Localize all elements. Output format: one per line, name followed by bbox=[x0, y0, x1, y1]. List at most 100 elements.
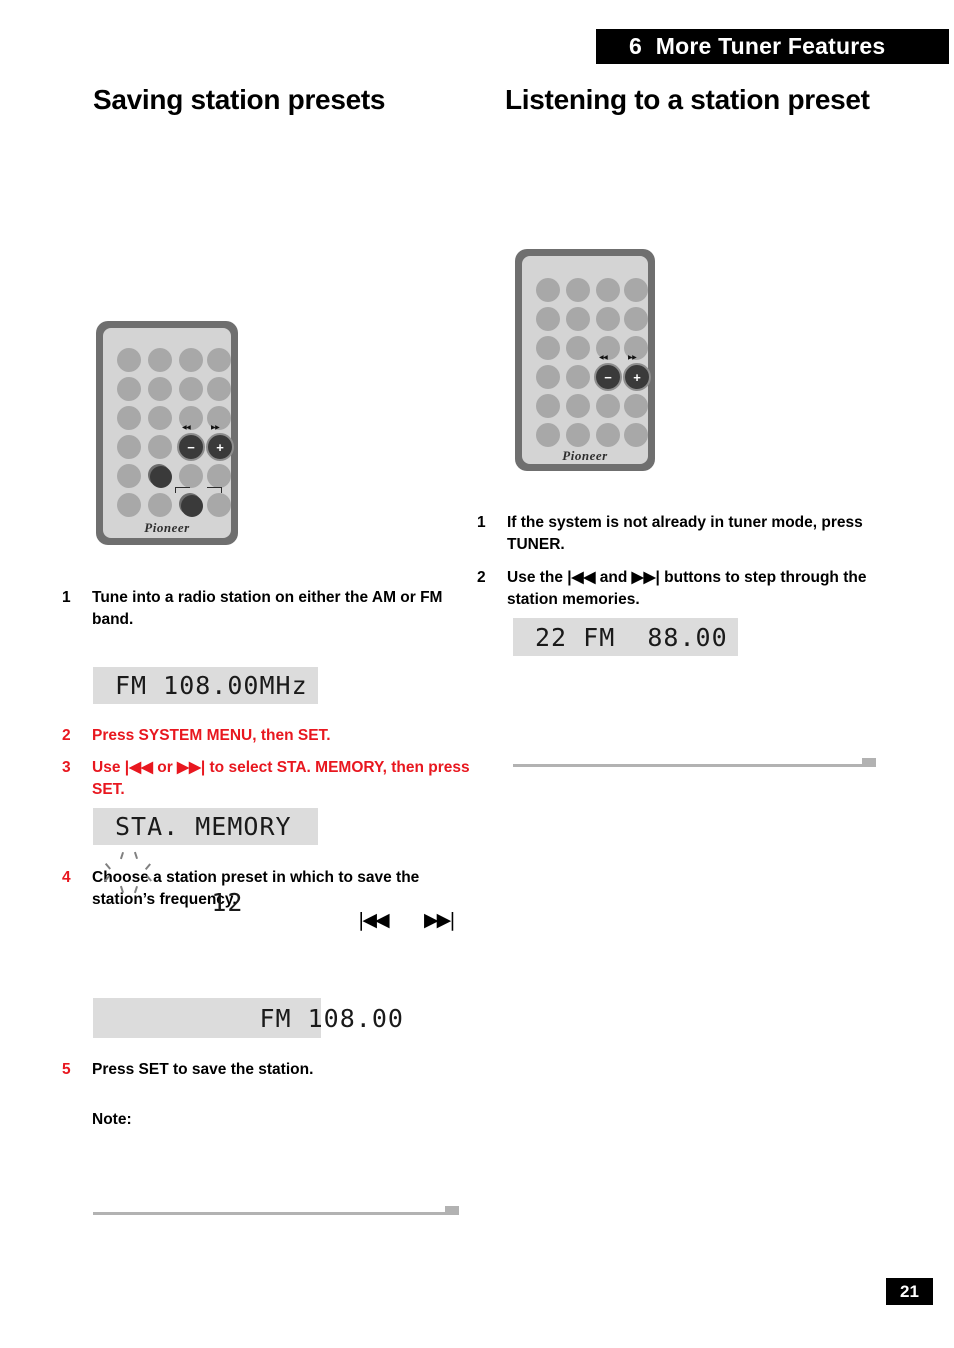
left-step-1: 1 Tune into a radio station on either th… bbox=[62, 587, 462, 632]
chapter-header-bar: 6 More Tuner Features bbox=[596, 29, 949, 64]
manual-page: 6 More Tuner Features Saving station pre… bbox=[0, 0, 954, 1348]
remote-button bbox=[117, 406, 141, 430]
remote-body-right: ◀◀ ▶▶ − + Pioneer bbox=[522, 256, 651, 464]
remote-button bbox=[536, 423, 560, 447]
remote-button bbox=[536, 365, 560, 389]
remote-button bbox=[117, 464, 141, 488]
remote-button bbox=[117, 493, 141, 517]
remote-minus-button: − bbox=[594, 363, 622, 391]
remote-button bbox=[566, 278, 590, 302]
remote-button bbox=[536, 307, 560, 331]
lcd-text: FM 108.00 bbox=[243, 1003, 404, 1033]
remote-set-button-highlight bbox=[181, 495, 203, 517]
remote-button bbox=[624, 423, 648, 447]
remote-button bbox=[179, 377, 203, 401]
right-step-2-number: 2 bbox=[477, 569, 486, 586]
remote-button bbox=[596, 394, 620, 418]
remote-button bbox=[179, 348, 203, 372]
remote-button bbox=[148, 348, 172, 372]
remote-button bbox=[566, 394, 590, 418]
lcd-display-sta-memory: STA. MEMORY bbox=[93, 808, 318, 845]
left-step-2: 2 Press SYSTEM MENU, then SET. bbox=[62, 725, 462, 747]
chapter-title: More Tuner Features bbox=[655, 33, 886, 59]
remote-button bbox=[207, 348, 231, 372]
remote-button bbox=[179, 464, 203, 488]
note-label: Note: bbox=[92, 1109, 132, 1131]
remote-button bbox=[596, 307, 620, 331]
remote-button bbox=[148, 435, 172, 459]
blink-ray-icon bbox=[133, 851, 138, 859]
skip-next-icon: ▶▶ bbox=[211, 425, 220, 431]
section-heading-saving-presets: Saving station presets bbox=[93, 84, 386, 115]
right-step-1-number: 1 bbox=[477, 514, 486, 531]
left-step-4-number: 4 bbox=[62, 869, 71, 886]
remote-control-illustration-right: ◀◀ ▶▶ − + Pioneer bbox=[515, 249, 655, 471]
remote-button bbox=[207, 464, 231, 488]
left-step-5-text: Press SET to save the station. bbox=[92, 1061, 314, 1078]
left-step-3-number: 3 bbox=[62, 759, 71, 776]
remote-button bbox=[148, 377, 172, 401]
lcd-text: STA. MEMORY bbox=[115, 812, 292, 841]
right-step-1-text: If the system is not already in tuner mo… bbox=[507, 514, 863, 554]
remote-control-illustration-left: ◀◀ ▶▶ − + Pioneer bbox=[96, 321, 238, 545]
remote-button bbox=[117, 435, 141, 459]
lcd-display-preset-22: 22 FM 88.00 bbox=[513, 618, 738, 656]
lcd-blinking-preset-number: 12 bbox=[103, 851, 244, 1178]
lcd-display-fm-frequency: FM 108.00MHz bbox=[93, 667, 318, 704]
lcd-text: 22 FM 88.00 bbox=[535, 622, 728, 652]
lcd-preset-number-text: 12 bbox=[211, 887, 244, 917]
remote-button bbox=[148, 493, 172, 517]
remote-button bbox=[624, 307, 648, 331]
left-step-1-number: 1 bbox=[62, 589, 71, 606]
lcd-text: FM 108.00MHz bbox=[115, 671, 308, 700]
remote-button bbox=[536, 278, 560, 302]
footer-rule-cap-right bbox=[862, 758, 876, 767]
remote-button bbox=[536, 394, 560, 418]
left-step-2-number: 2 bbox=[62, 727, 71, 744]
remote-system-menu-button-highlight bbox=[150, 466, 172, 488]
blink-ray-icon bbox=[119, 851, 124, 859]
left-step-1-text: Tune into a radio station on either the … bbox=[92, 589, 443, 629]
right-step-1: 1 If the system is not already in tuner … bbox=[477, 512, 877, 557]
remote-button bbox=[596, 423, 620, 447]
remote-minus-button: − bbox=[177, 433, 205, 461]
skip-prev-icon: ◀◀ bbox=[182, 425, 191, 431]
remote-button bbox=[566, 307, 590, 331]
lcd-display-preset-blinking: 12 FM 108.00 bbox=[93, 851, 403, 1038]
left-step-5: 5 Press SET to save the station. bbox=[62, 1059, 462, 1081]
chapter-number: 6 bbox=[629, 33, 642, 59]
remote-button bbox=[624, 278, 648, 302]
blink-ray-icon bbox=[119, 885, 124, 893]
footer-rule-cap-left bbox=[445, 1206, 459, 1215]
page-number: 21 bbox=[886, 1278, 933, 1305]
pioneer-logo: Pioneer bbox=[562, 448, 608, 463]
skip-next-glyph: ▶▶| bbox=[424, 909, 456, 931]
right-step-2: 2 Use the |◀◀ and ▶▶| buttons to step th… bbox=[477, 567, 882, 612]
blink-ray-icon bbox=[133, 885, 138, 893]
note-label-text: Note: bbox=[92, 1111, 132, 1128]
right-step-2-text: Use the |◀◀ and ▶▶| buttons to step thro… bbox=[507, 569, 867, 609]
remote-button bbox=[207, 493, 231, 517]
left-step-5-number: 5 bbox=[62, 1061, 71, 1078]
footer-rule-right bbox=[513, 764, 873, 767]
remote-button bbox=[566, 365, 590, 389]
callout-bracket-left bbox=[175, 487, 190, 493]
blink-ray-icon bbox=[145, 874, 152, 882]
left-step-3-text: Use |◀◀ or ▶▶| to select STA. MEMORY, th… bbox=[92, 759, 470, 799]
remote-plus-button: + bbox=[623, 363, 651, 391]
remote-button bbox=[566, 336, 590, 360]
pioneer-logo: Pioneer bbox=[144, 520, 190, 535]
left-step-3: 3 Use |◀◀ or ▶▶| to select STA. MEMORY, … bbox=[62, 757, 472, 802]
blink-ray-icon bbox=[144, 862, 151, 870]
footer-rule-left bbox=[93, 1212, 453, 1215]
skip-prev-glyph: |◀◀ bbox=[358, 909, 390, 931]
left-step-2-text: Press SYSTEM MENU, then SET. bbox=[92, 727, 331, 744]
remote-button bbox=[624, 394, 648, 418]
remote-button bbox=[566, 423, 590, 447]
skip-next-icon: ▶▶ bbox=[628, 355, 637, 361]
remote-button bbox=[207, 377, 231, 401]
remote-button bbox=[117, 377, 141, 401]
remote-button bbox=[148, 406, 172, 430]
remote-button bbox=[536, 336, 560, 360]
remote-plus-button: + bbox=[206, 433, 234, 461]
